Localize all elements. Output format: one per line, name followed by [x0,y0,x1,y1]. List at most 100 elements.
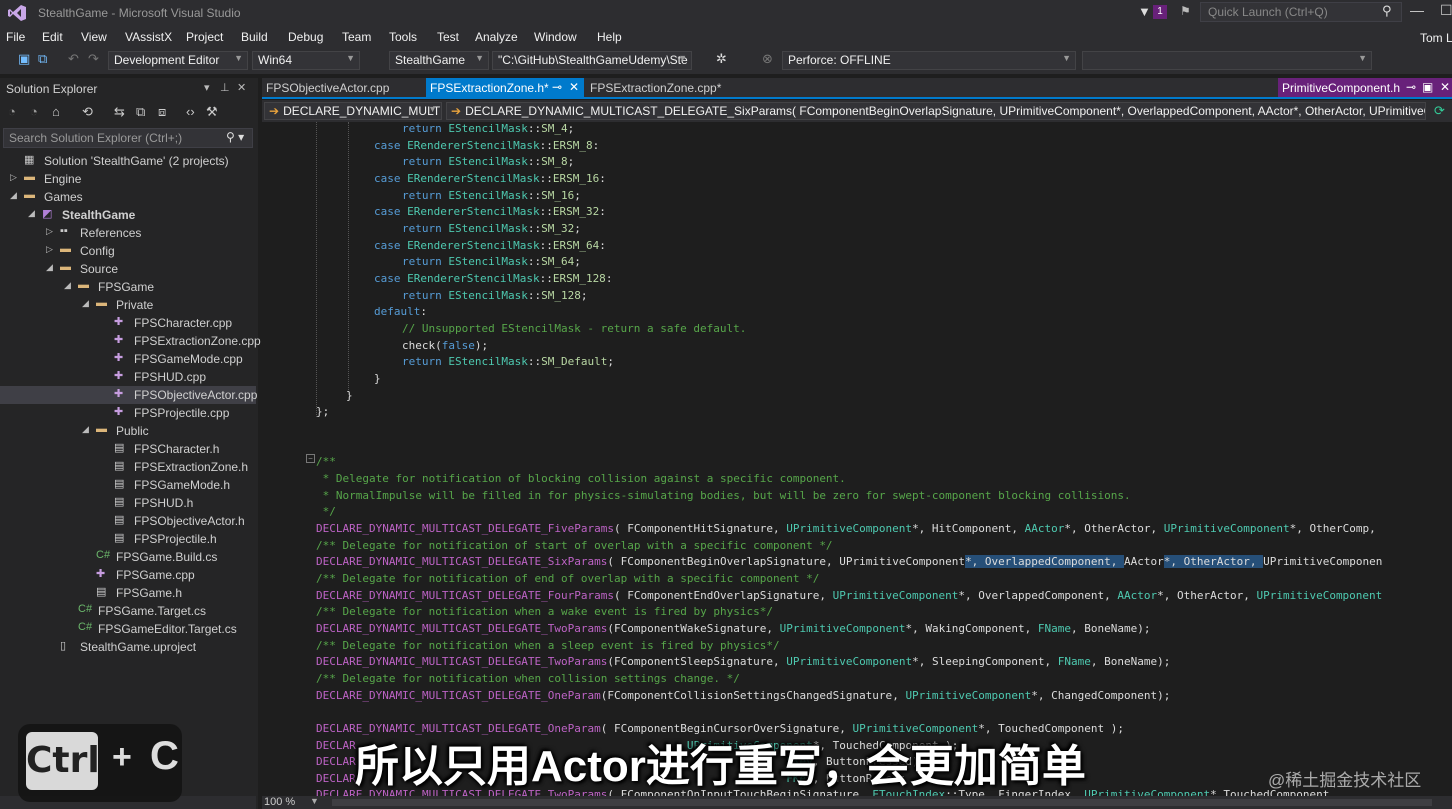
tree-item[interactable]: C# FPSGame.Build.cs [0,548,256,566]
collapse-arrow-icon[interactable]: ◢ [46,262,53,273]
expand-arrow-icon[interactable]: ▷ [10,172,17,183]
tree-item[interactable]: C# FPSGameEditor.Target.cs [0,620,256,638]
tab-primitivecomponent-h[interactable]: PrimitiveComponent.h ⊸ ▣ ✕ [1278,78,1452,97]
tree-item[interactable]: ◢ ▬ Source [0,260,256,278]
show-all-files-icon[interactable]: ⧈ [158,104,166,120]
properties-wrench-icon[interactable]: ⚒ [206,104,218,120]
sync-icon[interactable]: ⇆ [114,104,125,120]
search-icon[interactable]: ⚲ [1382,3,1392,19]
scope-dropdown[interactable]: ➔ DECLARE_DYNAMIC_MULTI ▼ [264,102,442,120]
notifications-badge[interactable]: 1 [1153,5,1167,19]
menu-build[interactable]: Build [241,30,268,44]
collapse-arrow-icon[interactable]: ◢ [82,298,89,309]
home-icon[interactable]: ⌂ [52,104,60,119]
menu-vassistx[interactable]: VAssistX [125,30,172,44]
platform-dropdown[interactable]: Win64 ▼ [252,51,360,70]
user-account[interactable]: Tom L [1420,31,1452,45]
forward-icon[interactable]: ◔ [30,104,38,119]
close-icon[interactable]: ✕ [569,80,579,94]
chevron-down-icon[interactable]: ▼ [310,796,319,806]
tree-item[interactable]: ▤ FPSCharacter.h [0,440,256,458]
menu-tools[interactable]: Tools [389,30,417,44]
tree-item[interactable]: ✚ FPSProjectile.cpp [0,404,256,422]
tree-item[interactable]: ✚ FPSGame.cpp [0,566,256,584]
settings-gear-icon[interactable]: ✲ [716,51,727,67]
collapse-all-icon[interactable]: ⧉ [136,104,145,120]
menu-window[interactable]: Window [534,30,577,44]
collapse-arrow-icon[interactable]: ◢ [82,424,89,435]
tab-fpsextractionzone-cpp[interactable]: FPSExtractionZone.cpp* [586,78,736,97]
refresh-icon[interactable]: ⟳ [1434,103,1445,119]
minimize-icon[interactable]: — [1410,2,1424,18]
tree-item[interactable]: ✚ FPSCharacter.cpp [0,314,256,332]
tab-fpsobjectiveactor-cpp[interactable]: FPSObjectiveActor.cpp [262,78,422,97]
menu-analyze[interactable]: Analyze [475,30,518,44]
command-args-dropdown[interactable]: "C:\GitHub\StealthGameUdemy\Ste ▼ [492,51,692,70]
stop-icon[interactable]: ⊗ [762,51,773,67]
tree-item[interactable]: ▤ FPSGame.h [0,584,256,602]
tree-item[interactable]: ▤ FPSExtractionZone.h [0,458,256,476]
menu-file[interactable]: File [6,30,25,44]
tree-item[interactable]: ▤ FPSHUD.h [0,494,256,512]
maximize-icon[interactable]: ☐ [1440,2,1452,19]
find-dropdown[interactable]: ▼ [1082,51,1372,70]
fold-toggle-icon[interactable]: − [306,454,315,463]
window-position-icon[interactable]: ▾ [204,81,210,94]
menu-edit[interactable]: Edit [42,30,63,44]
menu-debug[interactable]: Debug [288,30,323,44]
tree-item[interactable]: ◢ ▬ Private [0,296,256,314]
zoom-level[interactable]: 100 % [264,796,295,808]
tree-item[interactable]: ✚ FPSGameMode.cpp [0,350,256,368]
tree-item[interactable]: ▷ ▬ Config [0,242,256,260]
tree-item[interactable]: ▤ FPSProjectile.h [0,530,256,548]
horizontal-scrollbar[interactable] [332,799,1432,806]
history-icon[interactable]: ⟲ [82,104,93,120]
menu-help[interactable]: Help [597,30,622,44]
close-icon[interactable]: ✕ [1440,80,1450,94]
tree-item[interactable]: ▯ StealthGame.uproject [0,638,256,656]
notifications-filter-icon[interactable]: ▼ [1138,4,1151,19]
solution-search-input[interactable]: Search Solution Explorer (Ctrl+;) [3,128,253,148]
tree-item[interactable]: ▤ FPSGameMode.h [0,476,256,494]
close-icon[interactable]: ✕ [237,81,246,94]
tree-item[interactable]: ◢ ▬ Games [0,188,256,206]
expand-arrow-icon[interactable]: ▷ [46,244,53,255]
tree-item[interactable]: ✚ FPSObjectiveActor.cpp [0,386,257,404]
tab-fpsextractionzone-h[interactable]: FPSExtractionZone.h* ⊸ ✕ [426,78,584,97]
redo-icon[interactable]: ↷ [88,51,99,67]
member-dropdown[interactable]: ➔ DECLARE_DYNAMIC_MULTICAST_DELEGATE_SixP… [446,102,1426,120]
tree-item[interactable]: ◢ ◩ StealthGame [0,206,256,224]
menu-project[interactable]: Project [186,30,223,44]
tree-item[interactable]: ◢ ▬ FPSGame [0,278,256,296]
menu-team[interactable]: Team [342,30,371,44]
tree-item[interactable]: ✚ FPSExtractionZone.cpp [0,332,261,350]
feedback-icon[interactable]: ⚑ [1180,4,1191,18]
save-icon[interactable]: ▣ [18,51,30,67]
save-all-icon[interactable]: ⧉ [38,51,47,67]
collapse-arrow-icon[interactable]: ◢ [28,208,35,219]
source-control-dropdown[interactable]: Perforce: OFFLINE ▼ [782,51,1076,70]
undo-icon[interactable]: ↶ [68,51,79,67]
configuration-dropdown[interactable]: Development Editor ▼ [108,51,248,70]
tree-item[interactable]: ◢ ▬ Public [0,422,256,440]
startup-project-dropdown[interactable]: StealthGame ▼ [389,51,489,70]
pin-icon[interactable]: ⊸ [1406,80,1416,94]
preview-icon[interactable]: ▣ [1422,80,1433,94]
pin-icon[interactable]: ⊥ [220,81,230,94]
menu-view[interactable]: View [81,30,107,44]
code-editor[interactable]: − return EStencilMask::SM_4; case ERender… [262,122,1452,796]
menu-test[interactable]: Test [437,30,459,44]
tree-item[interactable]: ✚ FPSHUD.cpp [0,368,256,386]
collapse-arrow-icon[interactable]: ◢ [64,280,71,291]
collapse-arrow-icon[interactable]: ◢ [10,190,17,201]
tree-item[interactable]: ▷ ▬ Engine [0,170,256,188]
tree-item[interactable]: ▤ FPSObjectiveActor.h [0,512,256,530]
pin-icon[interactable]: ⊸ [552,80,562,94]
tree-item[interactable]: ▷ ▪▪ References [0,224,256,242]
search-icon[interactable]: ⚲ ▾ [226,130,244,144]
view-code-icon[interactable]: ‹› [186,104,195,119]
back-icon[interactable]: ◔ [8,104,16,119]
tree-item[interactable]: C# FPSGame.Target.cs [0,602,256,620]
quick-launch-input[interactable]: Quick Launch (Ctrl+Q) [1200,2,1402,22]
tree-item[interactable]: ▦ Solution 'StealthGame' (2 projects) [0,152,256,170]
